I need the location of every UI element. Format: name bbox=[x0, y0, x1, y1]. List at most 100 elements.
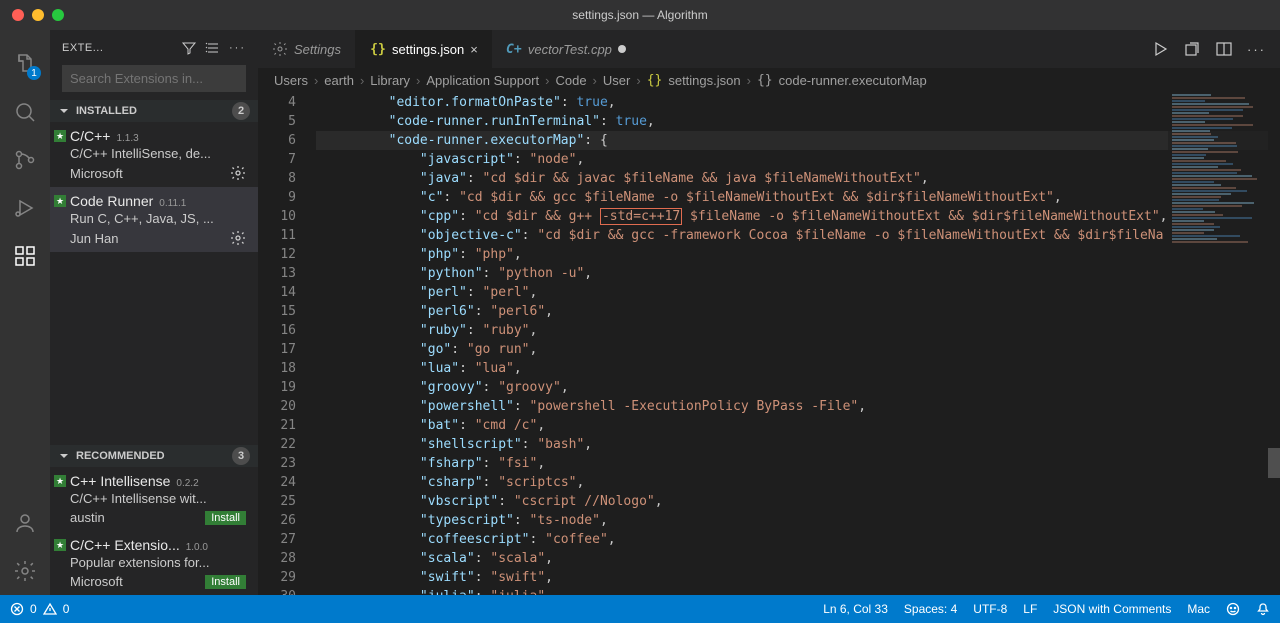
extension-author: austin bbox=[70, 510, 205, 525]
gear-icon[interactable] bbox=[230, 230, 246, 246]
recommended-label: RECOMMENDED bbox=[76, 450, 165, 462]
extension-desc: C/C++ IntelliSense, de... bbox=[70, 146, 246, 161]
extension-author: Jun Han bbox=[70, 231, 230, 246]
maximize-window-icon[interactable] bbox=[52, 9, 64, 21]
chevron-right-icon: › bbox=[636, 73, 640, 88]
breadcrumb-segment[interactable]: Code bbox=[555, 73, 586, 88]
clear-icon[interactable] bbox=[205, 40, 221, 56]
extension-author: Microsoft bbox=[70, 166, 230, 181]
extension-name: C/C++ Extensio... bbox=[70, 537, 180, 553]
installed-count: 2 bbox=[232, 102, 250, 120]
star-icon: ★ bbox=[54, 195, 66, 207]
status-eol[interactable]: LF bbox=[1023, 602, 1037, 616]
bell-icon[interactable] bbox=[1256, 602, 1270, 616]
feedback-icon[interactable] bbox=[1226, 602, 1240, 616]
gutter: 4567891011121314151617181920212223242526… bbox=[258, 93, 316, 595]
status-warnings[interactable]: 0 bbox=[63, 602, 70, 616]
gear-icon[interactable] bbox=[230, 165, 246, 181]
installed-list: ★C/C++1.1.3C/C++ IntelliSense, de...Micr… bbox=[50, 122, 258, 252]
window-controls bbox=[0, 9, 64, 21]
settings-gear-icon[interactable] bbox=[11, 557, 39, 585]
tab-actions: ··· bbox=[1151, 30, 1280, 68]
extension-name: Code Runner bbox=[70, 193, 153, 209]
extension-item[interactable]: ★ C/C++ Extensio... 1.0.0 Popular extension… bbox=[50, 531, 258, 595]
chevron-right-icon: › bbox=[416, 73, 420, 88]
status-os[interactable]: Mac bbox=[1187, 602, 1210, 616]
extension-desc: C/C++ Intellisense wit... bbox=[70, 491, 246, 506]
status-lang[interactable]: JSON with Comments bbox=[1053, 602, 1171, 616]
scrollbar-track[interactable] bbox=[1268, 93, 1280, 595]
recommended-count: 3 bbox=[232, 447, 250, 465]
tab-vector-cpp[interactable]: C+ vectorTest.cpp bbox=[492, 30, 640, 68]
extension-name: C/C++ bbox=[70, 128, 110, 144]
tab-vector-label: vectorTest.cpp bbox=[528, 42, 612, 57]
extension-item[interactable]: ★C++ Intellisense0.2.2C/C++ Intellisense… bbox=[50, 467, 258, 531]
extension-version: 1.0.0 bbox=[186, 542, 208, 553]
status-lncol[interactable]: Ln 6, Col 33 bbox=[823, 602, 888, 616]
extension-author: Microsoft bbox=[70, 574, 205, 589]
chevron-right-icon: › bbox=[593, 73, 597, 88]
more-icon[interactable]: ··· bbox=[1247, 42, 1266, 57]
install-button[interactable]: Install bbox=[205, 575, 246, 589]
warning-icon[interactable] bbox=[43, 602, 57, 616]
extensions-search-input[interactable] bbox=[62, 65, 246, 92]
accounts-icon[interactable] bbox=[11, 509, 39, 537]
status-spaces[interactable]: Spaces: 4 bbox=[904, 602, 957, 616]
status-encoding[interactable]: UTF-8 bbox=[973, 602, 1007, 616]
extensions-icon[interactable] bbox=[11, 242, 39, 270]
breadcrumb-segment[interactable]: code-runner.executorMap bbox=[779, 73, 927, 88]
recommended-list: ★C++ Intellisense0.2.2C/C++ Intellisense… bbox=[50, 467, 258, 595]
close-window-icon[interactable] bbox=[12, 9, 24, 21]
status-bar: 0 0 Ln 6, Col 33 Spaces: 4 UTF-8 LF JSON… bbox=[0, 595, 1280, 623]
extensions-search[interactable] bbox=[62, 65, 246, 92]
breadcrumb-segment[interactable]: settings.json bbox=[668, 73, 740, 88]
explorer-icon[interactable]: 1 bbox=[11, 50, 39, 78]
tab-settings-label: Settings bbox=[294, 42, 341, 57]
chevron-right-icon: › bbox=[360, 73, 364, 88]
modified-icon bbox=[618, 45, 626, 53]
breadcrumb-segment[interactable]: Library bbox=[370, 73, 410, 88]
tab-bar: Settings {} settings.json × C+ vectorTes… bbox=[258, 30, 1280, 68]
extensions-sidebar: EXTE... ··· INSTALLED 2 ★C/C++1.1.3C/C++… bbox=[50, 30, 258, 595]
filter-icon[interactable] bbox=[181, 40, 197, 56]
more-icon[interactable]: ··· bbox=[229, 42, 246, 54]
install-button[interactable]: Install bbox=[205, 511, 246, 525]
minimize-window-icon[interactable] bbox=[32, 9, 44, 21]
editor-area: Settings {} settings.json × C+ vectorTes… bbox=[258, 30, 1280, 595]
run-icon[interactable] bbox=[1151, 40, 1169, 58]
tab-settings-json[interactable]: {} settings.json × bbox=[356, 30, 492, 68]
sidebar-header: EXTE... ··· bbox=[50, 30, 258, 65]
gear-icon bbox=[272, 41, 288, 57]
star-icon: ★ bbox=[54, 475, 66, 487]
breadcrumb-segment[interactable]: Application Support bbox=[426, 73, 539, 88]
close-icon[interactable]: × bbox=[470, 42, 478, 57]
breadcrumb-segment[interactable]: earth bbox=[324, 73, 354, 88]
tab-settings-ui[interactable]: Settings bbox=[258, 30, 356, 68]
extension-desc: Run C, C++, Java, JS, ... bbox=[70, 211, 246, 226]
breadcrumb-segment[interactable]: User bbox=[603, 73, 630, 88]
json-icon: {} bbox=[370, 41, 386, 57]
source-control-icon[interactable] bbox=[11, 146, 39, 174]
code-content[interactable]: "editor.formatOnPaste": true, "code-runn… bbox=[316, 93, 1280, 595]
star-icon: ★ bbox=[54, 539, 66, 551]
cpp-icon: C+ bbox=[506, 41, 522, 57]
breadcrumb[interactable]: Users › earth › Library › Application Support ›… bbox=[258, 68, 1280, 93]
chevron-down-icon bbox=[58, 450, 70, 462]
scrollbar-thumb[interactable] bbox=[1268, 448, 1280, 478]
chevron-right-icon: › bbox=[314, 73, 318, 88]
extension-item[interactable]: ★Code Runner0.11.1Run C, C++, Java, JS, … bbox=[50, 187, 258, 252]
extension-desc: Popular extensions for... bbox=[70, 555, 246, 570]
recommended-section-header[interactable]: RECOMMENDED 3 bbox=[50, 445, 258, 467]
breadcrumb-segment[interactable]: Users bbox=[274, 73, 308, 88]
installed-label: INSTALLED bbox=[76, 105, 137, 117]
explorer-badge: 1 bbox=[27, 66, 41, 80]
split-editor-icon[interactable] bbox=[1215, 40, 1233, 58]
status-errors[interactable]: 0 bbox=[30, 602, 37, 616]
installed-section-header[interactable]: INSTALLED 2 bbox=[50, 100, 258, 122]
search-icon[interactable] bbox=[11, 98, 39, 126]
run-debug-icon[interactable] bbox=[11, 194, 39, 222]
error-icon[interactable] bbox=[10, 602, 24, 616]
extension-item[interactable]: ★C/C++1.1.3C/C++ IntelliSense, de...Micr… bbox=[50, 122, 258, 187]
open-settings-icon[interactable] bbox=[1183, 40, 1201, 58]
code-area[interactable]: 4567891011121314151617181920212223242526… bbox=[258, 93, 1280, 595]
